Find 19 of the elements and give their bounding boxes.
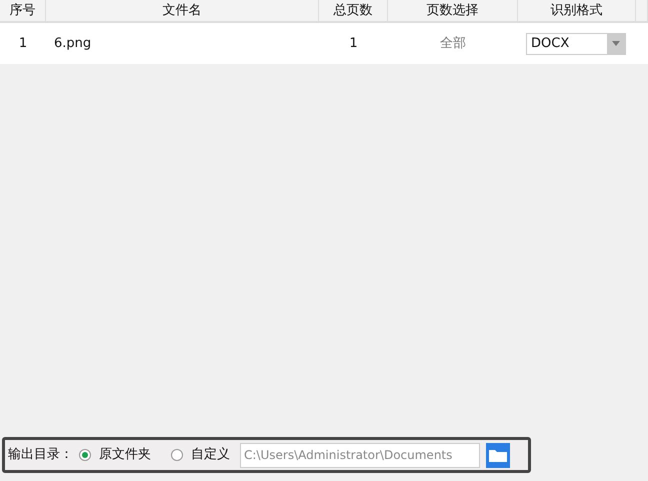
table-cell-text: 全部 [439,34,467,53]
column-header[interactable]: 文件名 [46,0,319,21]
folder-button[interactable] [486,442,510,468]
table-cell-text: 1 [18,34,28,53]
table-cell-text: 1 [348,34,359,53]
format-dropdown[interactable]: DOCX [526,32,626,54]
folder-icon [489,448,507,462]
caret-icon [612,41,620,46]
radio-label[interactable]: 原文件夹 [99,445,151,465]
column-header[interactable]: 识别格式 [518,0,636,21]
column-header[interactable]: 页数选择 [388,0,518,21]
radio-button[interactable] [79,449,91,461]
radio-label[interactable]: 自定义 [191,445,230,465]
path-field[interactable]: C:\Users\Administrator\Documents [240,442,480,468]
output-label: 输出目录： [8,446,73,464]
column-header[interactable]: 总页数 [319,0,388,21]
radio-button[interactable] [171,449,183,461]
column-header[interactable]: 序号 [0,0,46,21]
table-cell-text: 6.png [53,34,92,53]
